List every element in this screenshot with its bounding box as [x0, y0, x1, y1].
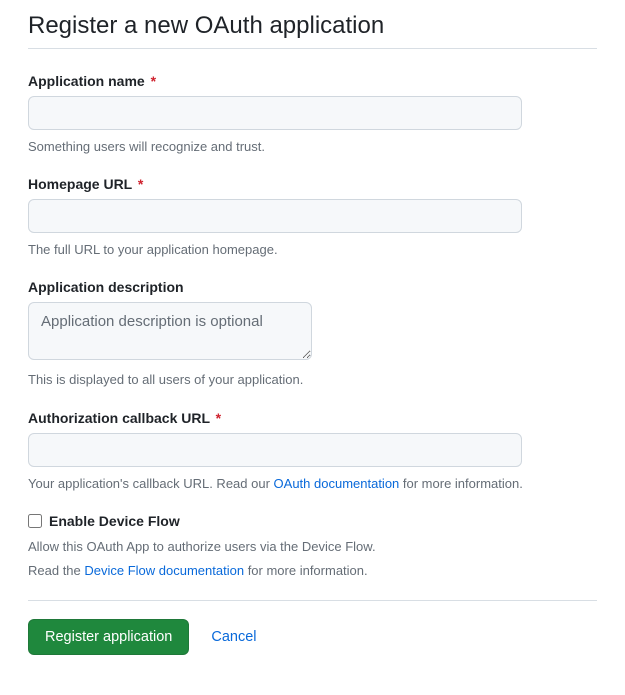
- device-flow-hint: Allow this OAuth App to authorize users …: [28, 535, 597, 584]
- divider: [28, 600, 597, 601]
- device-flow-docs-link[interactable]: Device Flow documentation: [84, 563, 244, 578]
- device-flow-checkbox[interactable]: [28, 514, 42, 528]
- page-title: Register a new OAuth application: [28, 12, 597, 49]
- required-asterisk: *: [138, 176, 143, 192]
- app-name-group: Application name * Something users will …: [28, 73, 597, 156]
- description-hint: This is displayed to all users of your a…: [28, 371, 597, 389]
- homepage-url-label: Homepage URL *: [28, 176, 597, 192]
- device-flow-group: Enable Device Flow Allow this OAuth App …: [28, 513, 597, 584]
- callback-url-hint: Your application's callback URL. Read ou…: [28, 475, 597, 493]
- oauth-registration-form: Application name * Something users will …: [28, 73, 597, 655]
- oauth-docs-link[interactable]: OAuth documentation: [274, 476, 400, 491]
- device-flow-label[interactable]: Enable Device Flow: [49, 513, 180, 529]
- callback-hint-prefix: Your application's callback URL. Read ou…: [28, 476, 274, 491]
- cancel-link[interactable]: Cancel: [211, 629, 256, 645]
- callback-url-label-text: Authorization callback URL: [28, 410, 210, 426]
- callback-url-group: Authorization callback URL * Your applic…: [28, 410, 597, 493]
- action-row: Register application Cancel: [28, 619, 597, 655]
- device-flow-hint-line1: Allow this OAuth App to authorize users …: [28, 539, 376, 554]
- homepage-url-group: Homepage URL * The full URL to your appl…: [28, 176, 597, 259]
- homepage-url-hint: The full URL to your application homepag…: [28, 241, 597, 259]
- description-label-text: Application description: [28, 279, 184, 295]
- device-flow-checkbox-row: Enable Device Flow: [28, 513, 597, 529]
- app-name-hint: Something users will recognize and trust…: [28, 138, 597, 156]
- register-button[interactable]: Register application: [28, 619, 189, 655]
- description-group: Application description This is displaye…: [28, 279, 597, 389]
- app-name-label: Application name *: [28, 73, 597, 89]
- callback-url-input[interactable]: [28, 433, 522, 467]
- description-input[interactable]: [28, 302, 312, 360]
- required-asterisk: *: [151, 73, 156, 89]
- device-flow-hint-line2-suffix: for more information.: [244, 563, 368, 578]
- device-flow-hint-line2-prefix: Read the: [28, 563, 84, 578]
- description-label: Application description: [28, 279, 597, 295]
- app-name-label-text: Application name: [28, 73, 145, 89]
- callback-hint-suffix: for more information.: [399, 476, 523, 491]
- callback-url-label: Authorization callback URL *: [28, 410, 597, 426]
- homepage-url-label-text: Homepage URL: [28, 176, 132, 192]
- app-name-input[interactable]: [28, 96, 522, 130]
- required-asterisk: *: [216, 410, 221, 426]
- homepage-url-input[interactable]: [28, 199, 522, 233]
